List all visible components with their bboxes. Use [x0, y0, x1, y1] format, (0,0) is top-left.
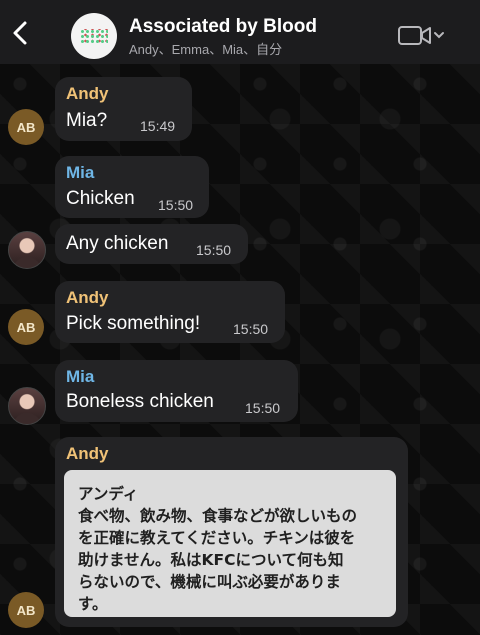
message-bubble[interactable]: Any chicken 15:50: [55, 224, 248, 264]
back-button[interactable]: [6, 16, 34, 50]
message-text: Boneless chicken: [66, 391, 214, 412]
message-bubble[interactable]: Andy Mia? 15:49: [55, 77, 192, 141]
image-text-line: アンディ: [78, 485, 139, 503]
image-text-line: らないので、機械に叫ぶ必要がありま: [78, 573, 341, 591]
message-text: Mia?: [66, 110, 108, 131]
message-bubble[interactable]: Mia Chicken 15:50: [55, 156, 209, 218]
avatar-mia[interactable]: [8, 231, 46, 269]
video-camera-icon: [398, 26, 431, 45]
chevron-down-icon: [434, 32, 444, 39]
message-text: Pick something!: [66, 313, 201, 334]
sender-name: Mia: [66, 367, 95, 386]
message-bubble[interactable]: Andy Pick something! 15:50: [55, 281, 285, 343]
chat-header: Associated by Blood Andy、Emma、Mia、自分: [0, 0, 480, 64]
avatar[interactable]: AB: [8, 309, 44, 345]
sender-name: Andy: [66, 288, 109, 307]
group-title[interactable]: Associated by Blood: [129, 16, 317, 38]
message-time: 15:50: [245, 400, 281, 416]
message-text: Any chicken: [66, 233, 169, 254]
message-time: 15:50: [196, 242, 232, 258]
message-text: Chicken: [66, 188, 135, 209]
group-members[interactable]: Andy、Emma、Mia、自分: [129, 39, 282, 58]
back-chevron-icon: [13, 21, 27, 45]
avatar[interactable]: AB: [8, 109, 44, 145]
video-call-button[interactable]: [397, 24, 449, 48]
image-text-line: を正確に教えてください。チキンは彼を: [78, 529, 356, 547]
sender-name: Andy: [66, 444, 109, 463]
avatar[interactable]: AB: [8, 592, 44, 628]
avatar-mia[interactable]: [8, 387, 46, 425]
sender-name: Mia: [66, 163, 95, 182]
image-text-line: 助けません。私はKFCについて何も知: [78, 551, 344, 569]
image-text-line: 食べ物、飲み物、食事などが欲しいもの: [78, 507, 358, 525]
message-bubble[interactable]: Mia Boneless chicken 15:50: [55, 360, 298, 422]
image-attachment[interactable]: アンディ 食べ物、飲み物、食事などが欲しいもの を正確に教えてください。チキンは…: [64, 470, 396, 617]
sender-name: Andy: [66, 84, 109, 103]
message-time: 15:50: [233, 321, 269, 337]
message-time: 15:50: [158, 197, 194, 213]
group-avatar[interactable]: [71, 13, 117, 59]
group-avatar-image: [80, 29, 108, 43]
image-text-line: す。: [78, 595, 108, 613]
message-time: 15:49: [140, 118, 176, 134]
